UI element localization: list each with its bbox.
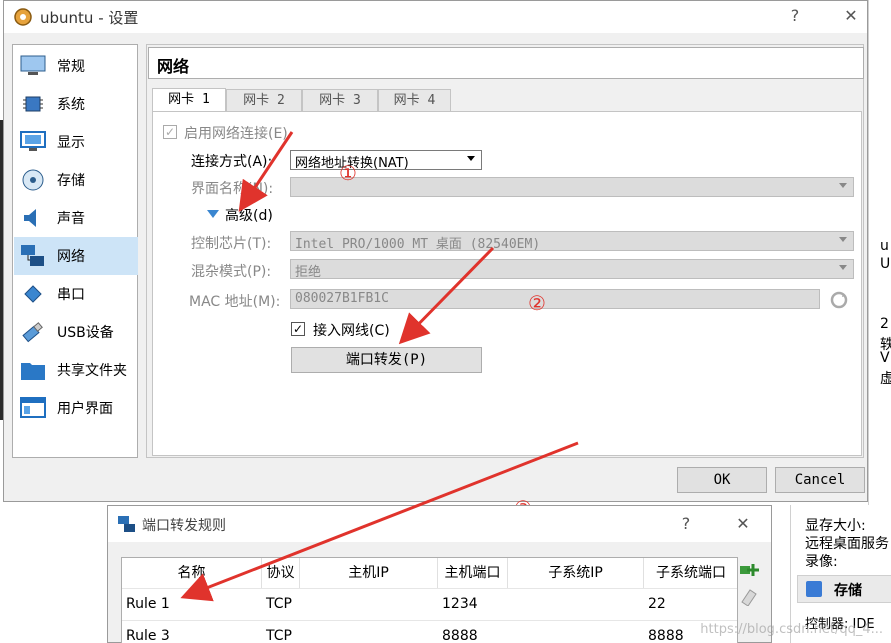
cable-connected-checkbox[interactable]: ✓ — [291, 322, 305, 336]
disk-icon — [19, 167, 47, 193]
sidebar-item-serial[interactable]: 串口 — [14, 275, 138, 313]
background-text: 2 — [880, 316, 889, 332]
column-header-guest-ip[interactable]: 子系统IP — [508, 558, 644, 588]
sidebar-item-storage[interactable]: 存储 — [14, 161, 138, 199]
table-row[interactable]: Rule 3 TCP 8888 8888 — [122, 620, 737, 643]
adapter-type-select[interactable]: Intel PRO/1000 MT 桌面 (82540EM) — [290, 231, 854, 252]
name-select[interactable] — [290, 177, 854, 197]
ok-button[interactable]: OK — [677, 467, 767, 493]
port-forwarding-dialog: 端口转发规则 ? ✕ 名称 协议 主机IP 主机端口 子系统IP 子系统端口 R… — [107, 505, 772, 643]
monitor-icon — [19, 53, 47, 79]
tab-adapter-2[interactable]: 网卡 2 — [226, 89, 302, 111]
sidebar-item-user-interface[interactable]: 用户界面 — [14, 389, 138, 427]
storage-title: 存储 — [834, 583, 862, 599]
promiscuous-label: 混杂模式(P): — [191, 264, 272, 280]
tab-adapter-4[interactable]: 网卡 4 — [378, 89, 451, 111]
port-forwarding-button[interactable]: 端口转发(P) — [291, 347, 482, 373]
chip-icon — [19, 91, 47, 117]
promiscuous-select[interactable]: 拒绝 — [290, 259, 854, 280]
sidebar-item-system[interactable]: 系统 — [14, 85, 138, 123]
sidebar-item-audio[interactable]: 声音 — [14, 199, 138, 237]
column-header-name[interactable]: 名称 — [122, 558, 262, 588]
column-header-host-ip[interactable]: 主机IP — [300, 558, 438, 588]
folder-icon — [19, 357, 47, 383]
name-label: 界面名称(N): — [191, 181, 274, 197]
network-icon — [19, 243, 47, 269]
chevron-down-icon — [839, 265, 847, 270]
sidebar-item-network[interactable]: 网络 — [14, 237, 138, 275]
background-text: 虚 — [880, 371, 891, 387]
table-row[interactable]: Rule 1 TCP 1234 22 — [122, 588, 737, 620]
sidebar-item-general[interactable]: 常规 — [14, 47, 138, 85]
advanced-toggle[interactable]: 高级(d) — [225, 205, 273, 225]
title-bar[interactable]: ubuntu - 设置 ? ✕ — [4, 1, 867, 33]
sidebar-item-shared-folders[interactable]: 共享文件夹 — [14, 351, 138, 389]
display-icon — [19, 129, 47, 155]
add-rule-icon[interactable] — [738, 560, 760, 580]
serial-port-icon — [19, 281, 47, 307]
network-icon — [118, 516, 135, 532]
attach-select[interactable]: 网络地址转换(NAT) — [290, 150, 482, 171]
storage-icon — [806, 581, 822, 597]
close-button[interactable]: ✕ — [836, 6, 866, 25]
port-dialog-title-bar[interactable]: 端口转发规则 ? ✕ — [108, 506, 771, 542]
background-text: 远程桌面服务 — [805, 536, 889, 552]
cable-connected-label: 接入网线(C) — [313, 323, 390, 339]
column-header-guest-port[interactable]: 子系统端口 — [644, 558, 738, 588]
usb-icon — [19, 319, 47, 345]
annotation-marker-1: ① — [339, 161, 357, 185]
remove-rule-icon[interactable] — [738, 586, 760, 606]
sidebar-item-display[interactable]: 显示 — [14, 123, 138, 161]
window-title: ubuntu - 设置 — [40, 9, 139, 27]
virtualbox-icon — [14, 8, 32, 26]
mac-input[interactable]: 080027B1FB1C — [290, 289, 820, 309]
chevron-down-icon — [467, 156, 475, 161]
help-button[interactable]: ? — [671, 514, 701, 533]
watermark: https://blog.csdn.net/qq_4... — [700, 622, 883, 637]
chevron-down-icon — [839, 237, 847, 242]
enable-network-label: 启用网络连接(E) — [184, 126, 288, 142]
tab-adapter-1[interactable]: 网卡 1 — [152, 88, 226, 112]
port-dialog-title: 端口转发规则 — [142, 518, 226, 534]
storage-section-header[interactable]: 存储 — [797, 575, 891, 603]
chevron-down-icon — [839, 183, 847, 188]
help-button[interactable]: ? — [780, 6, 810, 25]
background-text: V — [880, 350, 890, 366]
settings-sidebar: 常规 系统 显示 存储 声音 网络 串口 USB设备 共享文件夹 用户界面 — [12, 44, 138, 458]
refresh-icon[interactable] — [829, 290, 849, 310]
annotation-marker-2: ② — [528, 291, 546, 315]
adapter-type-label: 控制芯片(T): — [191, 236, 272, 252]
close-button[interactable]: ✕ — [728, 514, 758, 533]
mac-label: MAC 地址(M): — [189, 294, 281, 310]
column-header-host-port[interactable]: 主机端口 — [438, 558, 508, 588]
attach-label: 连接方式(A): — [191, 154, 273, 170]
tab-adapter-3[interactable]: 网卡 3 — [302, 89, 378, 111]
background-text: U — [880, 256, 891, 272]
port-rules-table: 名称 协议 主机IP 主机端口 子系统IP 子系统端口 Rule 1 TCP 1… — [121, 557, 738, 643]
enable-network-checkbox[interactable]: ✓ — [163, 125, 177, 139]
speaker-icon — [19, 205, 47, 231]
background-text: u — [880, 238, 889, 254]
column-header-protocol[interactable]: 协议 — [262, 558, 300, 588]
page-title: 网络 — [148, 47, 864, 79]
window-icon — [19, 395, 47, 421]
sidebar-item-usb[interactable]: USB设备 — [14, 313, 138, 351]
background-text: 显存大小: — [805, 518, 866, 534]
background-text: 录像: — [805, 554, 838, 570]
expand-triangle-icon[interactable] — [207, 210, 219, 218]
cancel-button[interactable]: Cancel — [775, 467, 865, 493]
